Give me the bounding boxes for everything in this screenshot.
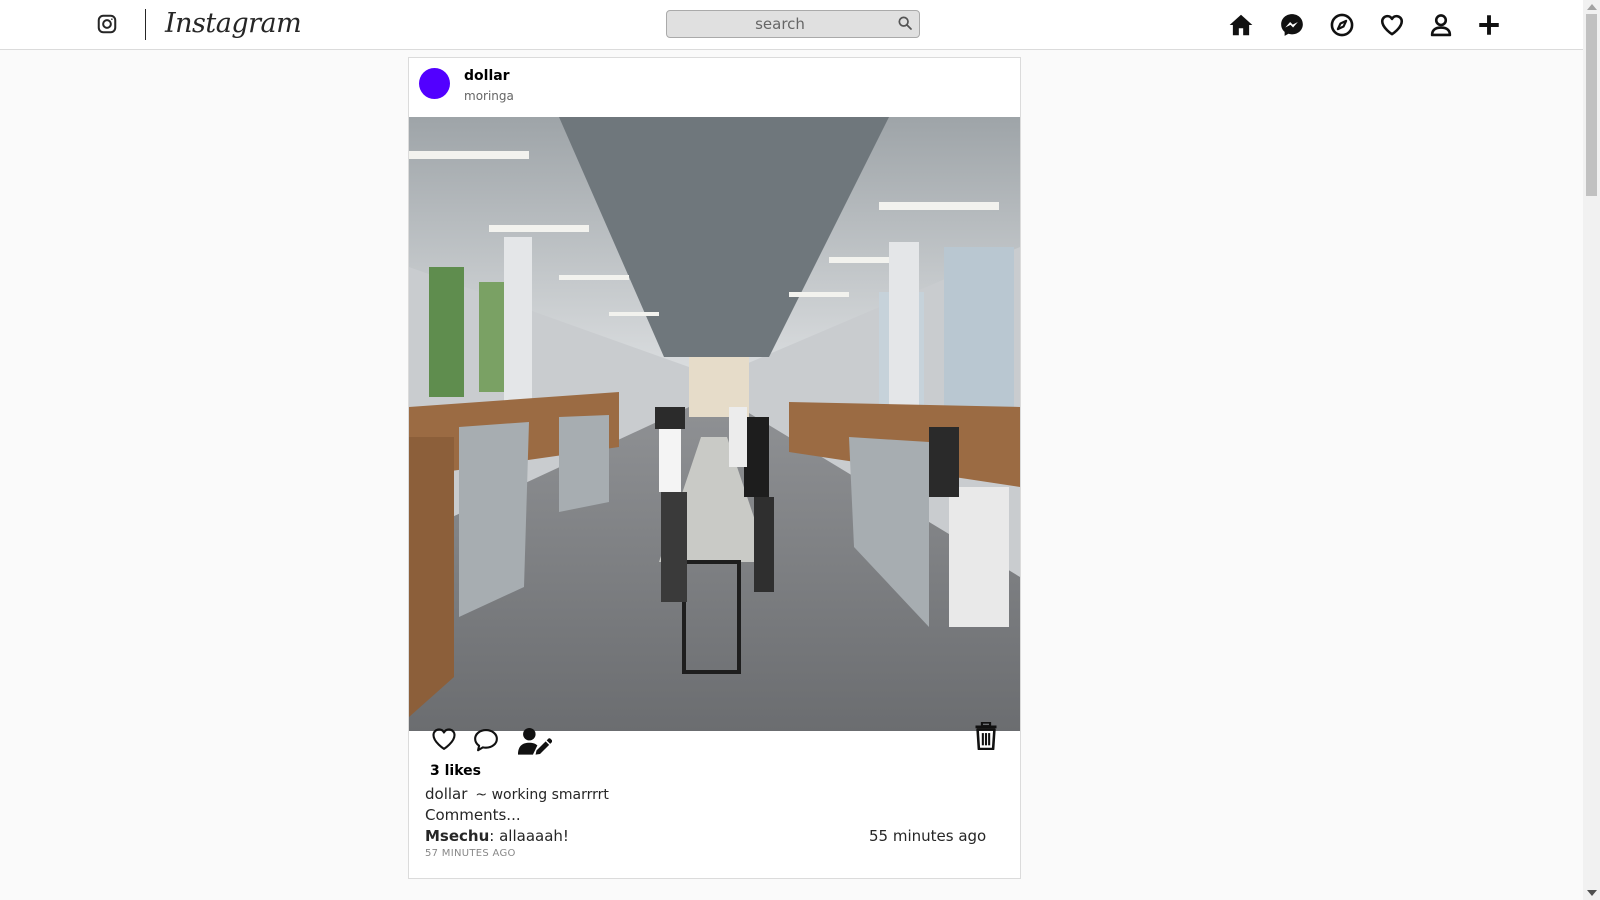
likes-count[interactable]: 3 likes bbox=[430, 763, 481, 779]
post-username[interactable]: dollar bbox=[464, 68, 510, 84]
explore-icon[interactable] bbox=[1329, 12, 1355, 38]
comment-username[interactable]: Msechu bbox=[425, 827, 489, 845]
instagram-icon[interactable] bbox=[96, 13, 118, 35]
scroll-thumb[interactable] bbox=[1586, 14, 1597, 196]
nav-divider bbox=[145, 9, 146, 40]
caption-username[interactable]: dollar bbox=[425, 785, 467, 803]
messenger-icon[interactable] bbox=[1279, 12, 1305, 38]
caption-text: ~ working smarrrrt bbox=[475, 787, 609, 803]
search-icon[interactable] bbox=[897, 15, 913, 31]
post-caption: dollar ~ working smarrrrt bbox=[425, 785, 609, 803]
scroll-up-arrow-icon[interactable] bbox=[1587, 4, 1597, 10]
comments-link[interactable]: Comments... bbox=[425, 806, 521, 824]
home-icon[interactable] bbox=[1228, 12, 1254, 38]
search-input[interactable] bbox=[667, 11, 919, 37]
trash-icon[interactable] bbox=[973, 722, 999, 750]
post-card: dollar moringa 3 likes dollar ~ working … bbox=[408, 57, 1021, 879]
post-location[interactable]: moringa bbox=[464, 89, 514, 103]
scroll-down-arrow-icon[interactable] bbox=[1587, 890, 1597, 896]
search-box[interactable] bbox=[666, 10, 920, 38]
heart-icon[interactable] bbox=[1379, 12, 1405, 38]
profile-icon[interactable] bbox=[1428, 12, 1454, 38]
comment: Msechu: allaaaah! bbox=[425, 827, 569, 845]
brand-logo[interactable]: Instagram bbox=[165, 6, 302, 42]
plus-icon[interactable] bbox=[1476, 12, 1502, 38]
heart-outline-icon[interactable] bbox=[430, 725, 458, 753]
post-time: 57 MINUTES AGO bbox=[425, 848, 516, 859]
top-navbar: Instagram bbox=[0, 0, 1583, 50]
comment-time: 55 minutes ago bbox=[869, 827, 987, 845]
user-edit-icon[interactable] bbox=[518, 726, 552, 756]
comment-icon[interactable] bbox=[472, 726, 500, 754]
comment-text: : allaaaah! bbox=[489, 827, 569, 845]
post-image[interactable] bbox=[409, 117, 1020, 731]
avatar[interactable] bbox=[419, 68, 450, 99]
vertical-scrollbar[interactable] bbox=[1583, 0, 1600, 900]
